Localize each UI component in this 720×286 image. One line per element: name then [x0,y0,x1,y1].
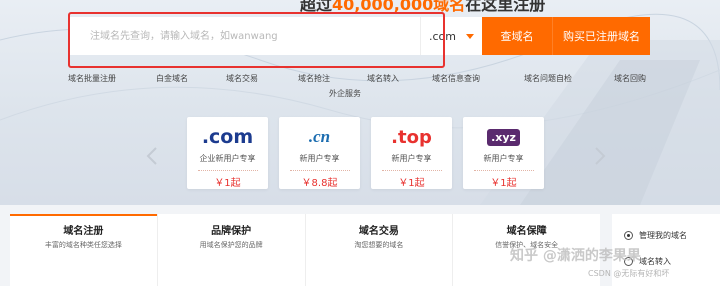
radio-icon [624,230,633,240]
caret-down-icon [466,33,474,39]
tab-title: 域名注册 [63,226,104,237]
link-domain-transfer[interactable]: 域名转入 [367,73,399,84]
card-divider [473,170,534,171]
xyz-logo-text: .xyz [487,128,520,146]
domain-search-input[interactable] [70,17,420,55]
domain-search-bar: .com 查域名 购买已注册域名 [70,17,650,55]
top-logo-text: .top [391,126,432,148]
card-desc: 新用户专享 [391,154,432,163]
csdn-watermark: CSDN @无际有好和坏 [588,269,670,278]
card-divider [289,170,350,171]
tab-domain-register[interactable]: 域名注册 丰富的域名种类任您选择 [10,214,158,286]
promo-card-top[interactable]: .top 新用户专享 ￥1起 [371,117,452,189]
tab-subtitle: 淘您想要的域名 [354,241,404,249]
side-item-label: 域名转入 [639,256,671,266]
card-divider [381,170,442,171]
top-logo: .top [371,122,452,152]
tab-title: 域名保障 [506,226,547,237]
link-domain-buyback[interactable]: 域名回购 [614,73,646,84]
link-platinum-domain[interactable]: 白金域名 [156,73,188,84]
buy-registered-domain-button[interactable]: 购买已注册域名 [552,17,650,55]
chevron-right-icon[interactable] [594,147,606,165]
side-item-label: 管理我的域名 [639,230,687,240]
card-price: ￥1起 [214,178,241,189]
quick-links: 域名批量注册 白金域名 域名交易 域名抢注 域名转入 域名信息查询 域名问题自检… [0,73,720,89]
promo-card-cn[interactable]: .cn 新用户专享 ￥8.8起 [279,117,360,189]
link-domain-trade[interactable]: 域名交易 [226,73,258,84]
com-logo: .com [187,122,268,152]
tab-subtitle: 用域名保护您的品牌 [199,241,263,249]
card-price: ￥1起 [398,178,425,189]
card-price: ￥8.8起 [301,178,338,189]
card-desc: 企业新用户专享 [199,154,256,163]
card-price: ￥1起 [490,178,517,189]
card-divider [197,170,258,171]
promo-card-com[interactable]: .com 企业新用户专享 ￥1起 [187,117,268,189]
side-item-manage[interactable]: 管理我的域名 [612,226,720,244]
xyz-logo: .xyz [463,122,544,152]
tab-title: 域名交易 [358,226,399,237]
cn-logo-text: .cn [308,127,331,146]
link-foreign-service[interactable]: 外企服务 [329,88,361,99]
headline-suffix: 在这里注册 [465,0,546,14]
promo-card-xyz[interactable]: .xyz 新用户专享 ￥1起 [463,117,544,189]
link-domain-snatch[interactable]: 域名抢注 [298,73,330,84]
tld-selected-value: .com [429,29,456,43]
com-logo-text: .com [201,126,254,148]
zhihu-watermark: 知乎 @潇洒的李果果 [510,248,641,264]
card-desc: 新用户专享 [483,154,524,163]
hero-headline: 超过40,000,000域名在这里注册 [300,0,545,15]
tab-domain-trade[interactable]: 域名交易 淘您想要的域名 [306,214,454,286]
tab-title: 品牌保护 [211,226,252,237]
tab-subtitle: 丰富的域名种类任您选择 [44,241,122,249]
cn-logo: .cn [279,122,360,152]
link-domain-info[interactable]: 域名信息查询 [432,73,480,84]
query-domain-button[interactable]: 查域名 [482,17,552,55]
tab-brand-protect[interactable]: 品牌保护 用域名保护您的品牌 [158,214,306,286]
chevron-left-icon[interactable] [146,147,158,165]
link-domain-selfcheck[interactable]: 域名问题自检 [524,73,572,84]
headline-highlight: 40,000,000域名 [332,0,466,14]
tld-dropdown[interactable]: .com [420,17,482,55]
link-batch-register[interactable]: 域名批量注册 [68,73,116,84]
headline-prefix: 超过 [300,0,333,14]
card-desc: 新用户专享 [299,154,340,163]
